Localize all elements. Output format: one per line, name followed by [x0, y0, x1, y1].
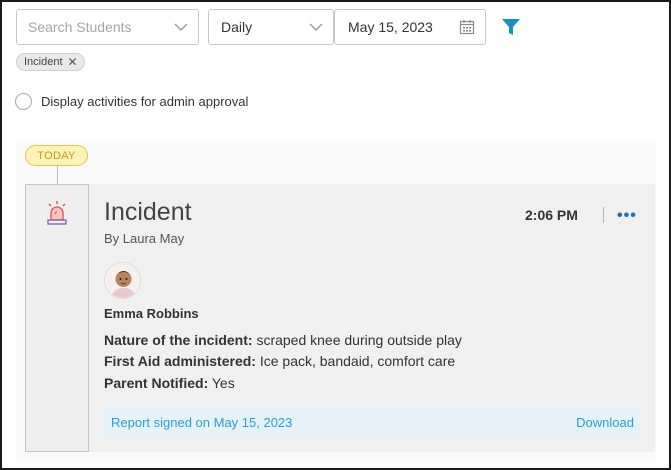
search-students-placeholder: Search Students	[28, 19, 132, 35]
calendar-icon	[449, 10, 485, 44]
divider	[603, 207, 604, 223]
field-label: First Aid administered:	[104, 353, 256, 369]
field-label: Parent Notified:	[104, 375, 209, 391]
incident-filter-chip: Incident ✕	[16, 53, 85, 71]
field-value: scraped knee during outside play	[252, 332, 462, 348]
timeline-connector	[57, 166, 58, 185]
parent-notified-field: Parent Notified: Yes	[104, 375, 235, 391]
download-link[interactable]: Download	[576, 415, 634, 430]
student-name: Emma Robbins	[104, 306, 199, 321]
activity-time: 2:06 PM	[525, 207, 578, 223]
admin-approval-label: Display activities for admin approval	[41, 94, 249, 109]
date-value: May 15, 2023	[348, 19, 433, 35]
close-icon[interactable]: ✕	[68, 56, 78, 68]
activity-author: By Laura May	[104, 231, 185, 246]
chevron-down-icon	[299, 10, 333, 44]
first-aid-field: First Aid administered: Ice pack, bandai…	[104, 353, 455, 369]
activity-title: Incident	[104, 198, 192, 226]
period-select[interactable]: Daily	[208, 9, 334, 45]
field-value: Ice pack, bandaid, comfort care	[255, 353, 456, 369]
report-status: Report signed on May 15, 2023	[111, 414, 293, 430]
search-students-select[interactable]: Search Students	[16, 9, 199, 45]
field-value: Yes	[208, 375, 235, 391]
today-badge: TODAY	[25, 145, 88, 166]
admin-approval-radio[interactable]	[15, 93, 32, 110]
chip-label: Incident	[24, 56, 63, 68]
date-picker[interactable]: May 15, 2023	[334, 9, 486, 45]
avatar	[104, 262, 141, 299]
alarm-icon	[44, 200, 70, 226]
field-label: Nature of the incident:	[104, 332, 253, 348]
chevron-down-icon	[164, 10, 198, 44]
incident-nature-field: Nature of the incident: scraped knee dur…	[104, 332, 462, 348]
filter-icon[interactable]	[500, 16, 522, 38]
more-icon[interactable]: •••	[617, 207, 637, 225]
report-status-bar: Report signed on May 15, 2023 Download	[103, 406, 640, 438]
period-value: Daily	[221, 19, 253, 35]
admin-approval-toggle[interactable]: Display activities for admin approval	[15, 93, 248, 110]
